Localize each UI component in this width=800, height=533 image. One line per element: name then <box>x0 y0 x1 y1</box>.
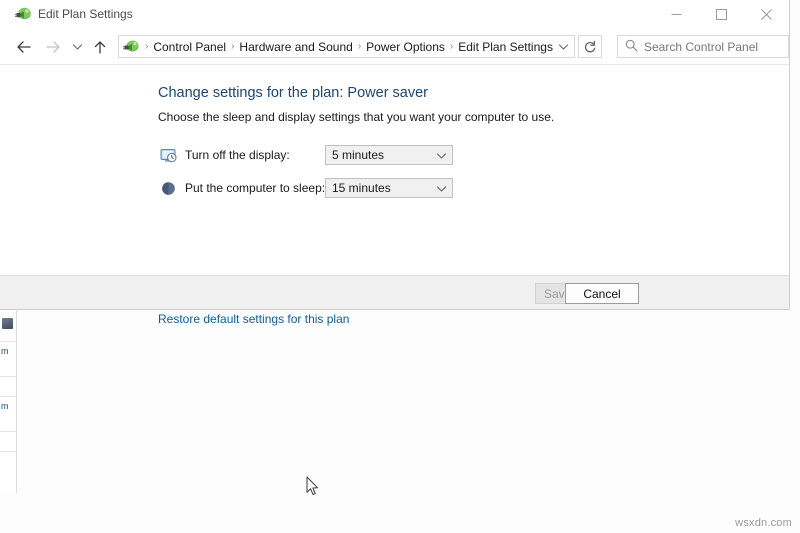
background-window-sliver[interactable]: m m <box>0 296 17 493</box>
power-plan-icon <box>123 39 140 55</box>
breadcrumb-separator: › <box>357 41 362 52</box>
close-icon[interactable] <box>744 0 789 29</box>
bg-divider <box>0 341 16 342</box>
page-title: Change settings for the plan: Power save… <box>158 85 429 101</box>
bg-text-fragment: m <box>1 346 9 356</box>
setting-label-display: Turn off the display: <box>185 148 290 162</box>
refresh-icon[interactable] <box>578 35 602 58</box>
bg-divider <box>0 451 16 452</box>
cancel-button[interactable]: Cancel <box>565 283 639 304</box>
setting-row-put-computer-to-sleep: Put the computer to sleep: 15 minutes <box>160 177 453 199</box>
sleep-moon-icon <box>160 180 177 197</box>
forward-arrow-icon[interactable] <box>40 33 66 61</box>
breadcrumb-control-panel[interactable]: Control Panel <box>151 40 228 54</box>
bg-text-fragment: m <box>1 401 9 411</box>
combo-turn-off-display[interactable]: 5 minutes <box>325 145 453 165</box>
combo-value-sleep: 15 minutes <box>332 181 391 195</box>
bg-divider <box>0 396 16 397</box>
search-icon <box>625 39 638 55</box>
address-bar[interactable]: › Control Panel › Hardware and Sound › P… <box>118 35 575 58</box>
desktop-background: m m Edit Plan Settings › Control Panel ›… <box>0 0 800 533</box>
maximize-icon[interactable] <box>699 0 744 29</box>
page-description: Choose the sleep and display settings th… <box>158 110 555 124</box>
chevron-down-icon[interactable] <box>555 38 572 55</box>
bg-thumbnail-icon <box>2 318 13 329</box>
minimize-icon[interactable] <box>654 0 699 29</box>
navigation-bar: › Control Panel › Hardware and Sound › P… <box>0 30 789 65</box>
breadcrumb-separator: › <box>449 41 454 52</box>
edit-plan-settings-window: Edit Plan Settings › Control Panel › Har… <box>0 0 790 326</box>
breadcrumb-power-options[interactable]: Power Options <box>364 40 447 54</box>
up-arrow-icon[interactable] <box>88 33 112 61</box>
bg-divider <box>0 376 16 377</box>
title-bar[interactable]: Edit Plan Settings <box>0 0 789 30</box>
window-title: Edit Plan Settings <box>38 7 133 21</box>
breadcrumb-edit-plan-settings[interactable]: Edit Plan Settings <box>456 40 555 54</box>
watermark: wsxdn.com <box>735 517 792 529</box>
bg-divider <box>0 431 16 432</box>
chevron-down-icon[interactable] <box>436 149 447 163</box>
power-plan-icon <box>15 6 32 23</box>
setting-row-turn-off-display: Turn off the display: 5 minutes <box>160 144 453 166</box>
mouse-cursor <box>306 476 320 497</box>
chevron-down-icon[interactable] <box>436 182 447 196</box>
back-arrow-icon[interactable] <box>11 33 37 61</box>
combo-value-display: 5 minutes <box>332 148 385 162</box>
recent-locations-chevron-icon[interactable] <box>68 33 86 61</box>
breadcrumb-separator: › <box>231 41 235 52</box>
content-pane: Change settings for the plan: Power save… <box>0 65 789 326</box>
breadcrumb-separator: › <box>145 41 149 52</box>
combo-put-computer-to-sleep[interactable]: 15 minutes <box>325 178 453 198</box>
search-box[interactable] <box>617 35 789 58</box>
breadcrumb-hardware-and-sound[interactable]: Hardware and Sound <box>237 40 354 54</box>
setting-label-sleep: Put the computer to sleep: <box>185 181 326 195</box>
command-bar: Save changes Cancel <box>0 275 789 309</box>
link-restore-default-settings[interactable]: Restore default settings for this plan <box>158 312 349 326</box>
display-monitor-icon <box>160 147 177 164</box>
search-input[interactable] <box>644 39 774 54</box>
